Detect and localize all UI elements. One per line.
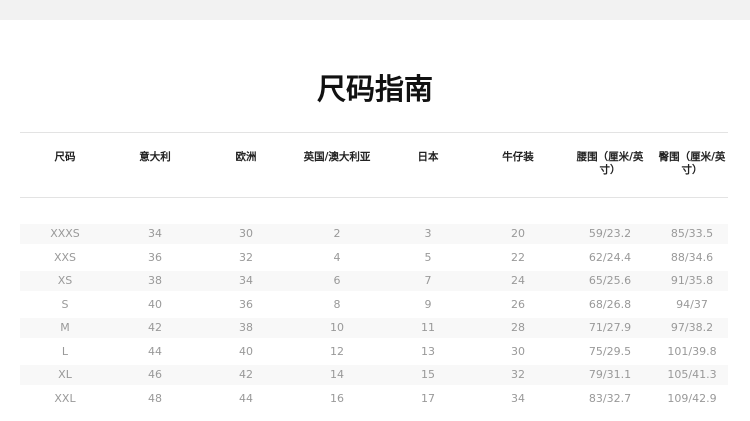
table-cell: 32 (511, 368, 525, 381)
table-cell: 48 (148, 391, 162, 405)
divider (20, 197, 728, 198)
table-cell: 30 (511, 344, 525, 358)
table-cell: 4 (333, 250, 341, 264)
table-cell: 79/31.1 (588, 368, 632, 381)
table-cell: 22 (511, 250, 525, 264)
table-row: XL 46 42 14 15 32 79/31.1 105/41.3 (20, 365, 728, 385)
table-cell: 44 (148, 344, 162, 358)
table-cell: 5 (424, 250, 432, 264)
table-cell: XL (58, 368, 72, 381)
table-cell: 36 (239, 297, 253, 311)
table-cell: 85/33.5 (670, 227, 714, 240)
table-cell: 97/38.2 (670, 321, 714, 334)
table-cell: 13 (421, 344, 435, 358)
table-cell: 34 (511, 391, 525, 405)
table-cell: 68/26.8 (588, 297, 632, 311)
table-cell: 46 (148, 368, 162, 381)
column-header: 腰围（厘米/英寸） (576, 151, 644, 176)
table-cell: 42 (239, 368, 253, 381)
table-cell: 9 (424, 297, 432, 311)
table-cell: 62/24.4 (588, 250, 632, 264)
table-cell: 59/23.2 (588, 227, 632, 240)
page-title: 尺码指南 (316, 72, 433, 106)
top-bar (0, 0, 750, 20)
table-cell: 14 (330, 368, 344, 381)
column-header: 尺码 (54, 151, 76, 163)
table-cell: XXS (53, 250, 77, 264)
table-cell: 34 (148, 227, 162, 240)
column-header: 欧洲 (235, 151, 257, 163)
column-header: 牛仔装 (502, 151, 534, 163)
table-cell: 40 (239, 344, 253, 358)
table-cell: 7 (424, 274, 432, 287)
table-cell: 17 (421, 391, 435, 405)
table-row: XXL 48 44 16 17 34 83/32.7 109/42.9 (20, 389, 728, 409)
column-header: 意大利 (139, 151, 171, 163)
table-cell: 30 (239, 227, 253, 240)
table-cell: 42 (148, 321, 162, 334)
table-cell: 32 (239, 250, 253, 264)
table-row: L 44 40 12 13 30 75/29.5 101/39.8 (20, 342, 728, 362)
table-row: XXS 36 32 4 5 22 62/24.4 88/34.6 (20, 248, 728, 268)
table-cell: 11 (421, 321, 435, 334)
table-cell: 36 (148, 250, 162, 264)
table-cell: 26 (511, 297, 525, 311)
table-cell: 8 (333, 297, 341, 311)
table-cell: 65/25.6 (588, 274, 632, 287)
column-header: 日本 (417, 151, 439, 163)
table-cell: M (60, 321, 70, 334)
table-cell: 109/42.9 (667, 391, 717, 405)
table-cell: XS (57, 274, 73, 287)
table-cell: 2 (333, 227, 341, 240)
table-cell: 28 (511, 321, 525, 334)
table-row: XS 38 34 6 7 24 65/25.6 91/35.8 (20, 271, 728, 291)
divider (20, 132, 728, 133)
table-cell: 38 (239, 321, 253, 334)
table-cell: 20 (511, 227, 525, 240)
table-cell: XXL (54, 391, 76, 405)
table-cell: 24 (511, 274, 525, 287)
table-cell: XXXS (50, 227, 80, 240)
table-cell: 16 (330, 391, 344, 405)
column-header: 臀围（厘米/英寸） (658, 151, 726, 176)
table-cell: 6 (333, 274, 341, 287)
table-cell: 34 (239, 274, 253, 287)
table-row: S 40 36 8 9 26 68/26.8 94/37 (20, 295, 728, 315)
table-cell: 94/37 (676, 297, 708, 311)
table-cell: 40 (148, 297, 162, 311)
table-cell: 44 (239, 391, 253, 405)
table-cell: 71/27.9 (588, 321, 632, 334)
table-cell: 91/35.8 (670, 274, 714, 287)
table-cell: L (61, 344, 69, 358)
table-cell: 88/34.6 (670, 250, 714, 264)
table-cell: 10 (330, 321, 344, 334)
table-cell: 101/39.8 (667, 344, 717, 358)
table-cell: 12 (330, 344, 344, 358)
table-cell: 38 (148, 274, 162, 287)
column-header: 英国/澳大利亚 (303, 151, 371, 163)
table-cell: 105/41.3 (667, 368, 717, 381)
table-cell: S (61, 297, 69, 311)
table-cell: 3 (424, 227, 432, 240)
table-cell: 75/29.5 (588, 344, 632, 358)
table-row: M 42 38 10 11 28 71/27.9 97/38.2 (20, 318, 728, 338)
table-cell: 15 (421, 368, 435, 381)
table-row: XXXS 34 30 2 3 20 59/23.2 85/33.5 (20, 224, 728, 244)
table-cell: 83/32.7 (588, 391, 632, 405)
